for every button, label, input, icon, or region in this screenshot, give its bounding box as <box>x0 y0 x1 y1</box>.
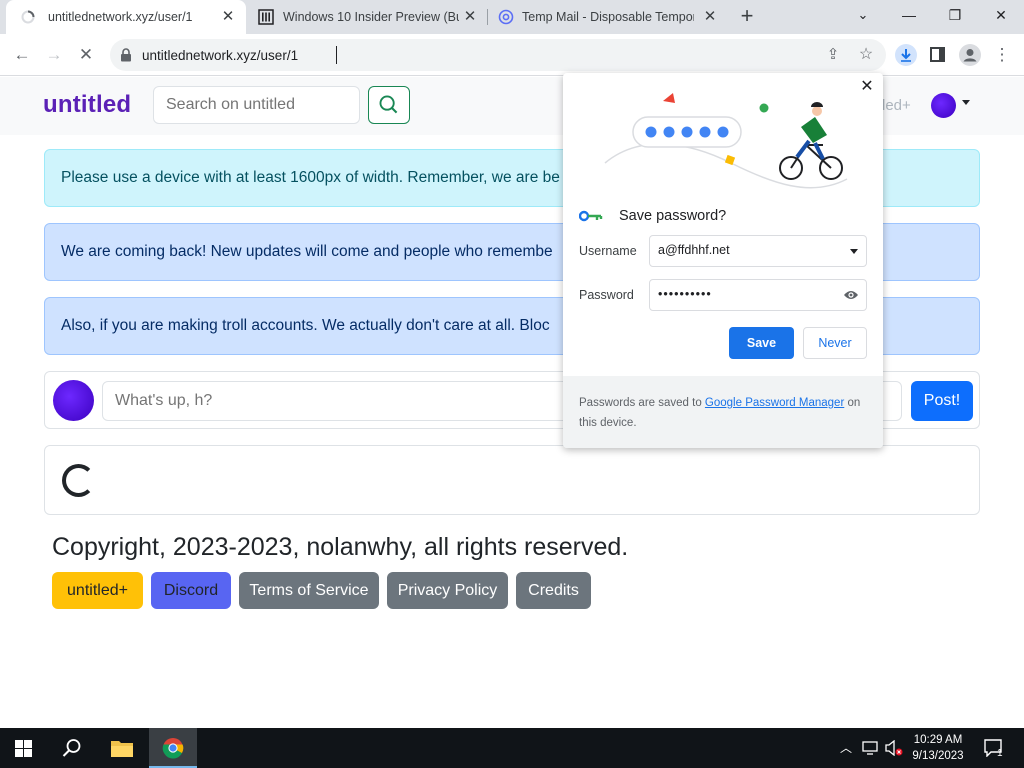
clock-date: 9/13/2023 <box>912 750 964 762</box>
building-columns-icon <box>258 9 274 25</box>
password-field[interactable]: •••••••••• <box>649 279 867 311</box>
copyright-text: Copyright, 2023-2023, nolanwhy, all righ… <box>52 533 629 561</box>
restore-icon[interactable]: ❐ <box>932 0 978 30</box>
windows-logo-icon <box>15 740 32 757</box>
popup-close-icon[interactable]: ✕ <box>859 79 875 95</box>
tab-title: Temp Mail - Disposable Tempora <box>522 10 694 24</box>
tab-windows-insider[interactable]: Windows 10 Insider Preview (Buil ✕ <box>246 0 488 34</box>
password-illustration <box>604 93 848 189</box>
nav-untitled-plus-link[interactable]: led+ <box>882 97 911 114</box>
tab-title: Windows 10 Insider Preview (Buil <box>283 10 459 24</box>
tab-temp-mail[interactable]: Temp Mail - Disposable Tempora ✕ <box>488 0 728 34</box>
chevron-up-icon[interactable]: ︿ <box>837 728 855 768</box>
username-value: a@ffdhhf.net <box>658 243 730 257</box>
system-clock[interactable]: 10:29 AM 9/13/2023 <box>904 732 972 764</box>
address-bar[interactable]: untitlednetwork.xyz/user/1 ⇪ ☆ <box>110 39 886 71</box>
search-icon <box>379 95 398 114</box>
new-tab-icon[interactable]: + <box>736 5 758 28</box>
tab-untitlednetwork[interactable]: untitlednetwork.xyz/user/1 ✕ <box>6 0 246 34</box>
taskbar-file-explorer[interactable] <box>98 728 146 768</box>
dropdown-arrow-icon[interactable] <box>850 249 858 254</box>
tab-close-icon[interactable]: ✕ <box>220 9 236 25</box>
bookmark-star-icon[interactable]: ☆ <box>855 44 877 66</box>
footer-privacy-button[interactable]: Privacy Policy <box>387 572 508 609</box>
downloads-icon[interactable] <box>895 44 917 66</box>
volume-muted-icon[interactable] <box>884 728 904 768</box>
site-brand[interactable]: untitled <box>43 91 131 119</box>
taskbar-search-button[interactable] <box>48 728 96 768</box>
chrome-icon <box>162 738 184 759</box>
clock-time: 10:29 AM <box>913 734 963 746</box>
action-center-icon[interactable]: 1 <box>980 728 1010 768</box>
loading-spinner-icon <box>21 10 35 24</box>
site-search-button[interactable] <box>368 86 410 124</box>
never-button[interactable]: Never <box>803 327 867 359</box>
footer-terms-button[interactable]: Terms of Service <box>239 572 379 609</box>
post-avatar <box>53 380 94 421</box>
stop-loading-icon[interactable]: ✕ <box>75 44 97 66</box>
popup-title: Save password? <box>619 208 727 224</box>
search-icon <box>62 739 81 757</box>
screen: { "browser": { "tabs": [ {"title": "unti… <box>0 0 1024 768</box>
network-icon[interactable] <box>860 728 880 768</box>
tab-title: untitlednetwork.xyz/user/1 <box>48 10 193 24</box>
menu-dots-icon[interactable]: ⋮ <box>991 44 1013 66</box>
post-button[interactable]: Post! <box>911 381 973 421</box>
tab-strip: untitlednetwork.xyz/user/1 ✕ Windows 10 … <box>0 0 1024 34</box>
forward-arrow-icon[interactable]: → <box>43 44 65 66</box>
tab-close-icon[interactable]: ✕ <box>462 9 478 25</box>
caret-down-icon[interactable] <box>962 100 970 105</box>
taskbar-chrome[interactable] <box>149 728 197 768</box>
at-sign-icon <box>498 9 514 25</box>
profile-icon[interactable] <box>959 44 981 66</box>
feed-loading-card <box>44 445 980 515</box>
folder-icon <box>111 741 133 757</box>
back-arrow-icon[interactable]: ← <box>11 44 33 66</box>
minimize-icon[interactable]: — <box>886 0 932 30</box>
tab-search-chevron-icon[interactable]: ⌄ <box>840 0 886 30</box>
save-password-popup: ✕ Save password? Username a@ffdhhf.net P… <box>563 73 883 448</box>
password-label: Password <box>579 288 634 302</box>
tab-close-icon[interactable]: ✕ <box>702 9 718 25</box>
key-icon <box>579 210 603 222</box>
side-panel-icon[interactable] <box>930 47 945 62</box>
url-text[interactable]: untitlednetwork.xyz/user/1 <box>142 48 298 63</box>
windows-taskbar: ︿ 10:29 AM 9/13/2023 1 <box>0 728 1024 768</box>
eye-icon[interactable] <box>843 289 859 301</box>
loading-spinner-icon <box>62 464 95 497</box>
password-manager-link[interactable]: Google Password Manager <box>705 397 844 409</box>
footer-discord-button[interactable]: Discord <box>151 572 231 609</box>
password-value: •••••••••• <box>658 287 712 301</box>
popup-footer: Passwords are saved to Google Password M… <box>563 376 883 448</box>
text-cursor <box>336 46 338 64</box>
username-label: Username <box>579 244 637 258</box>
footer-prefix-text: Passwords are saved to <box>579 397 705 409</box>
site-search-input[interactable] <box>153 86 360 124</box>
start-button[interactable] <box>0 728 47 768</box>
notification-count: 1 <box>997 748 1003 759</box>
footer-credits-button[interactable]: Credits <box>516 572 591 609</box>
username-field[interactable]: a@ffdhhf.net <box>649 235 867 267</box>
close-window-icon[interactable]: ✕ <box>978 0 1024 30</box>
footer-untitled-plus-button[interactable]: untitled+ <box>52 572 143 609</box>
browser-toolbar: ← → ✕ untitlednetwork.xyz/user/1 ⇪ ☆ ⋮ <box>0 34 1024 76</box>
user-avatar[interactable] <box>931 93 956 118</box>
save-password-button[interactable]: Save <box>729 327 794 359</box>
share-icon[interactable]: ⇪ <box>822 44 844 66</box>
lock-icon[interactable] <box>120 48 132 62</box>
